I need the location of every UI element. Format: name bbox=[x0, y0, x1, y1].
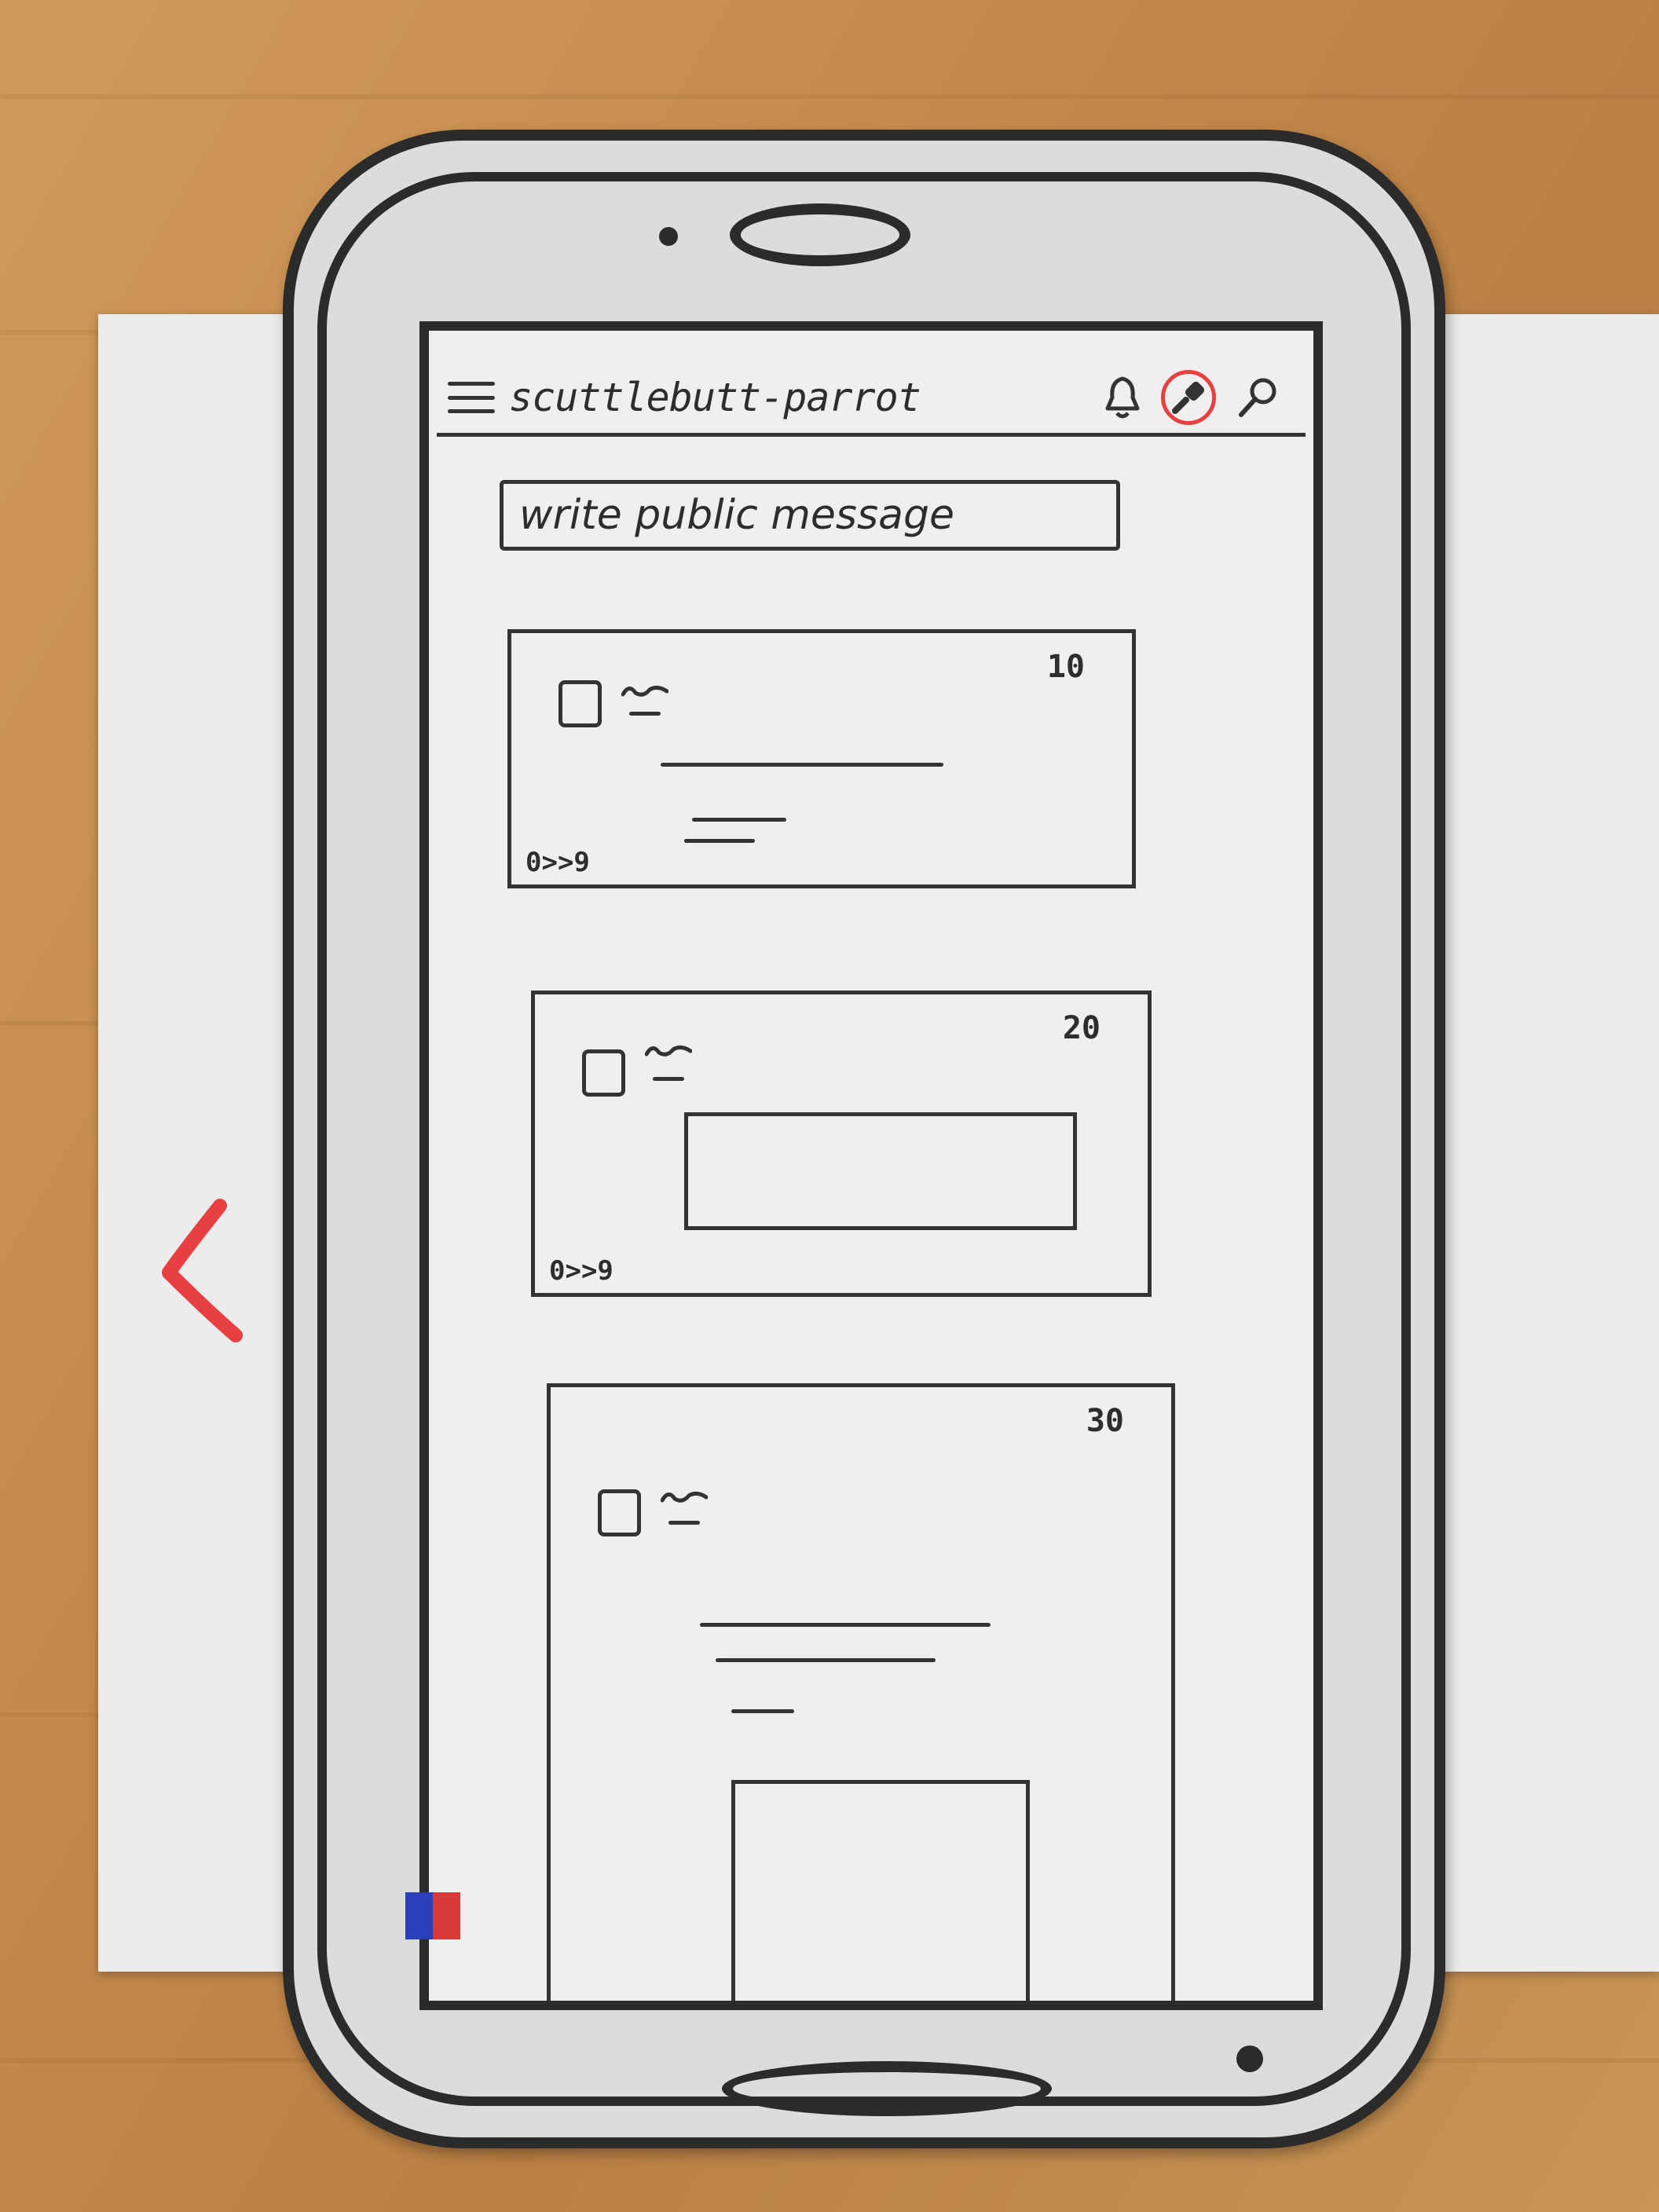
feed-card-2[interactable]: 20 0>>9 bbox=[531, 991, 1152, 1297]
flag-marker bbox=[405, 1892, 460, 1939]
feed-card-3[interactable]: 30 bbox=[547, 1383, 1175, 2001]
sensor-dot bbox=[1236, 2045, 1263, 2072]
author-name[interactable] bbox=[621, 682, 668, 699]
message-text-line bbox=[661, 763, 943, 767]
message-text-line bbox=[716, 1658, 936, 1662]
embedded-media[interactable] bbox=[684, 1112, 1077, 1230]
feed-card-1[interactable]: 10 0>>9 bbox=[507, 629, 1136, 888]
bell-icon[interactable] bbox=[1103, 374, 1142, 421]
front-camera bbox=[659, 227, 678, 246]
hamburger-icon[interactable] bbox=[448, 382, 495, 413]
search-icon[interactable] bbox=[1235, 374, 1282, 421]
app-title: scuttlebutt-parrot bbox=[509, 375, 921, 420]
compose-placeholder: write public message bbox=[519, 492, 954, 539]
message-text-line bbox=[692, 818, 786, 822]
vote-count: 10 bbox=[1046, 649, 1085, 685]
paint-brush-icon[interactable] bbox=[1161, 370, 1216, 425]
avatar[interactable] bbox=[582, 1049, 625, 1097]
app-topbar: scuttlebutt-parrot bbox=[437, 362, 1306, 437]
message-text-line bbox=[731, 1709, 794, 1713]
message-text-line bbox=[684, 839, 755, 843]
embedded-media[interactable] bbox=[731, 1780, 1030, 2001]
home-button[interactable] bbox=[722, 2061, 1052, 2116]
reply-thread-link[interactable]: 0>>9 bbox=[549, 1255, 613, 1287]
screen: scuttlebutt-parrot write public message … bbox=[419, 321, 1323, 2010]
earpiece-speaker bbox=[730, 203, 910, 266]
message-text-line bbox=[700, 1623, 991, 1627]
vote-count: 30 bbox=[1086, 1403, 1124, 1439]
chevron-left-icon[interactable] bbox=[157, 1190, 251, 1347]
reply-thread-link[interactable]: 0>>9 bbox=[526, 847, 590, 878]
author-name[interactable] bbox=[645, 1042, 692, 1059]
timestamp bbox=[668, 1521, 700, 1525]
vote-count: 20 bbox=[1062, 1010, 1101, 1046]
compose-input[interactable]: write public message bbox=[500, 480, 1120, 551]
topbar-icons bbox=[1103, 370, 1282, 425]
avatar[interactable] bbox=[558, 680, 602, 727]
author-name[interactable] bbox=[661, 1488, 708, 1505]
avatar[interactable] bbox=[598, 1489, 641, 1536]
phone-frame: scuttlebutt-parrot write public message … bbox=[283, 130, 1445, 2148]
timestamp bbox=[653, 1077, 684, 1081]
timestamp bbox=[629, 712, 661, 716]
